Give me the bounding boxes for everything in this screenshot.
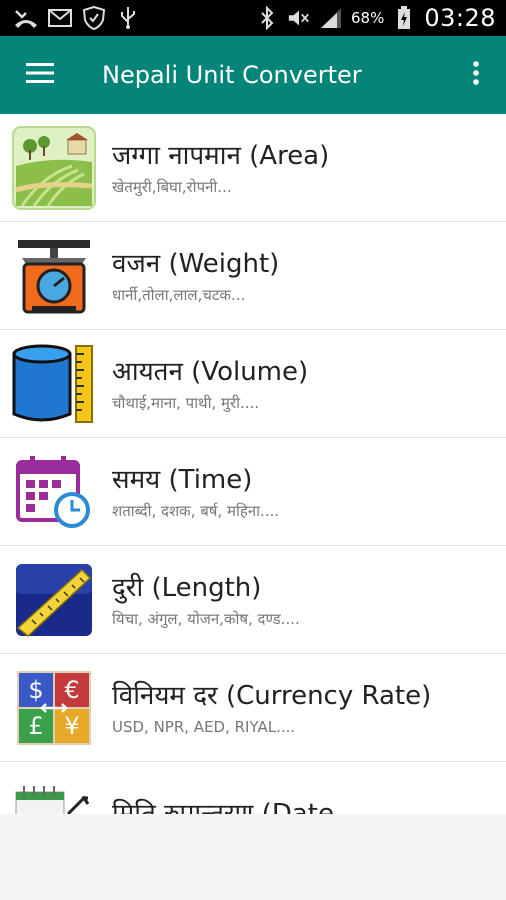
- hamburger-icon: [26, 63, 54, 87]
- item-title: जग्गा नापमान (Area): [112, 140, 330, 171]
- cylinder-volume-icon: [12, 342, 96, 426]
- svg-text:£: £: [28, 712, 43, 740]
- status-bar: 68% 03:28: [0, 0, 506, 36]
- list-item-area[interactable]: जग्गा नापमान (Area) खेतमुरी,बिघा,रोपनी..…: [0, 114, 506, 222]
- list-item-weight[interactable]: वजन (Weight) धार्नी,तोला,लाल,चटक...: [0, 222, 506, 330]
- bottom-empty-area: [0, 814, 506, 900]
- item-title: समय (Time): [112, 464, 253, 495]
- item-title: वजन (Weight): [112, 248, 280, 279]
- bluetooth-icon: [255, 6, 279, 30]
- list-item-date[interactable]: मिति रुपान्तरण (Date: [0, 762, 506, 814]
- converter-list: जग्गा नापमान (Area) खेतमुरी,बिघा,रोपनी..…: [0, 114, 506, 814]
- overflow-menu-button[interactable]: [446, 36, 506, 114]
- item-subtitle: खेतमुरी,बिघा,रोपनी...: [112, 177, 232, 196]
- mute-icon: [287, 6, 311, 30]
- weighing-scale-icon: [12, 234, 96, 318]
- shield-icon: [82, 6, 106, 30]
- item-subtitle: यिचा, अंगुल, योजन,कोष, दण्ड....: [112, 609, 300, 628]
- item-subtitle: धार्नी,तोला,लाल,चटक...: [112, 285, 246, 304]
- item-title: आयतन (Volume): [112, 356, 309, 387]
- measuring-tape-icon: [12, 558, 96, 642]
- svg-text:$: $: [28, 676, 43, 704]
- item-subtitle: शताब्दी, दशक, बर्ष, महिना....: [112, 501, 280, 520]
- menu-button[interactable]: [0, 36, 80, 114]
- more-vert-icon: [472, 61, 480, 89]
- area-field-icon: [12, 125, 96, 210]
- date-conversion-icon: [12, 774, 96, 814]
- item-title: दुरी (Length): [112, 572, 262, 603]
- item-title: विनियम दर (Currency Rate): [112, 680, 432, 711]
- app-bar: Nepali Unit Converter: [0, 36, 506, 114]
- list-item-time[interactable]: समय (Time) शताब्दी, दशक, बर्ष, महिना....: [0, 438, 506, 546]
- item-subtitle: चौथाई,माना, पाथी, मुरी....: [112, 393, 260, 412]
- currency-exchange-icon: $ € £ ¥: [12, 666, 96, 750]
- list-item-volume[interactable]: आयतन (Volume) चौथाई,माना, पाथी, मुरी....: [0, 330, 506, 438]
- list-item-length[interactable]: दुरी (Length) यिचा, अंगुल, योजन,कोष, दण्…: [0, 546, 506, 654]
- list-item-currency[interactable]: $ € £ ¥ विनियम दर (Currency Rate) USD, N…: [0, 654, 506, 762]
- app-title: Nepali Unit Converter: [102, 61, 362, 89]
- usb-icon: [116, 6, 140, 30]
- svg-text:€: €: [64, 676, 79, 704]
- svg-text:¥: ¥: [64, 712, 79, 740]
- item-subtitle: USD, NPR, AED, RIYAL....: [112, 717, 296, 736]
- signal-icon: [319, 6, 343, 30]
- battery-percent: 68%: [350, 9, 385, 27]
- missed-call-icon: [14, 6, 38, 30]
- item-title: मिति रुपान्तरण (Date: [112, 798, 334, 815]
- battery-icon: [392, 6, 416, 30]
- mail-icon: [48, 6, 72, 30]
- calendar-clock-icon: [12, 450, 96, 534]
- status-clock: 03:28: [424, 4, 496, 32]
